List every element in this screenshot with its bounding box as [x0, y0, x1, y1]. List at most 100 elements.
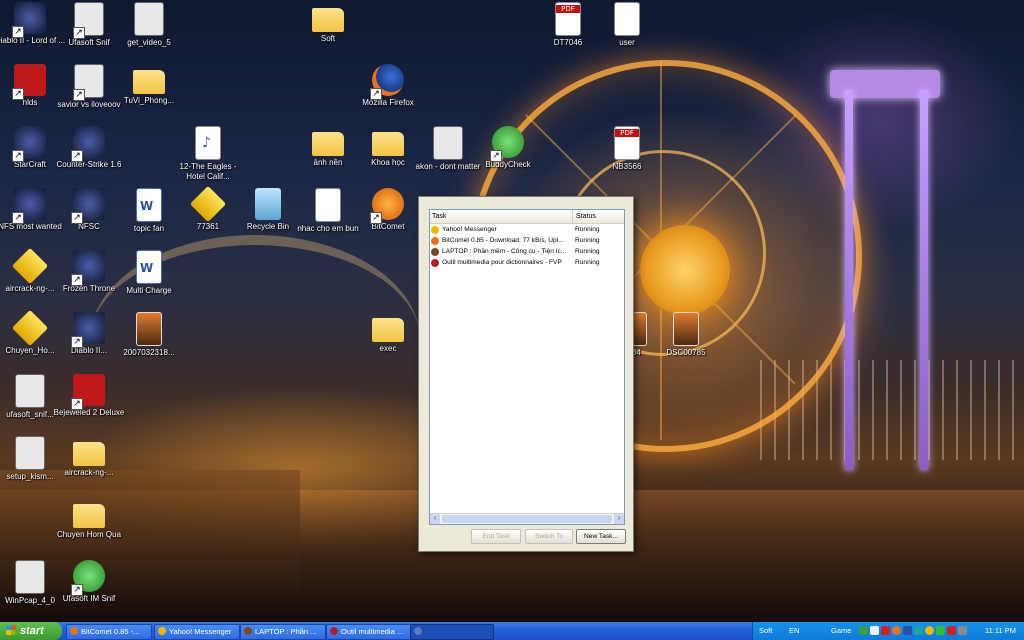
wallpaper-tower	[920, 90, 928, 470]
tray-app-icon[interactable]	[936, 626, 945, 635]
task-status: Running	[575, 237, 600, 244]
archive-icon	[11, 247, 49, 285]
desktop[interactable]: Diablo II - Lord of ...Ufasoft Snifget_v…	[0, 0, 1024, 622]
tray-app-icon[interactable]	[903, 626, 912, 635]
taskbar-button-label: Yahoo! Messenger	[169, 627, 232, 636]
start-button[interactable]: start	[0, 622, 62, 640]
column-header-status[interactable]: Status	[572, 210, 596, 223]
archive-icon	[189, 185, 227, 223]
start-label: start	[20, 625, 44, 637]
desktop-icon-bitcomet[interactable]: BitComet	[350, 188, 426, 232]
desktop-icon-buddycheck[interactable]: BuddyCheck	[470, 126, 546, 170]
desktop-icon-label: get_video_5	[127, 38, 171, 47]
bitcomet-icon	[370, 188, 404, 224]
folder-icon	[312, 132, 344, 156]
folder-icon	[372, 132, 404, 156]
desktop-icon-label: DSC00785	[666, 348, 706, 357]
desktop-icon-dsc00785[interactable]: DSC00785	[648, 312, 724, 358]
folder-icon	[372, 318, 404, 342]
desktop-icon-nb3566[interactable]: NB3566	[589, 126, 665, 172]
end-task-button[interactable]: End Task	[471, 529, 521, 544]
taskbar-button[interactable]: Outil multimedia ...	[326, 624, 412, 640]
tray-app-icon[interactable]	[881, 626, 890, 635]
installer-icon	[15, 436, 45, 470]
word-icon	[136, 250, 162, 284]
task-status: Running	[575, 226, 600, 233]
tray-soft-toolbar[interactable]: Soft	[759, 622, 772, 640]
task-row[interactable]: Outil multimedia pour dictionnaires - FV…	[430, 257, 624, 268]
desktop-icon-multi-charge[interactable]: Multi Charge	[111, 250, 187, 296]
scroll-right-arrow-icon[interactable]: ›	[614, 514, 624, 524]
scroll-left-arrow-icon[interactable]: ‹	[430, 514, 440, 524]
recycle-bin-icon	[255, 188, 281, 220]
desktop-icon-eagles[interactable]: 12-The Eagles - Hotel Calif...	[170, 126, 246, 182]
taskbar-button[interactable]: BitComet 0.85 -...	[66, 624, 152, 640]
installer-icon	[15, 374, 45, 408]
starcraft-icon	[12, 126, 46, 162]
desktop-icon-tuvi[interactable]: TuVi_Phong...	[111, 64, 187, 106]
installer-icon	[15, 560, 45, 594]
desktop-icon-aircrack-2[interactable]: aircrack-ng-...	[51, 436, 127, 478]
buddycheck-icon	[490, 126, 524, 162]
bitcomet-tray-icon[interactable]	[892, 626, 901, 635]
desktop-icon-firefox[interactable]: Mozilla Firefox	[350, 64, 426, 108]
taskbar-button[interactable]: Yahoo! Messenger	[154, 624, 240, 640]
yahoo-messenger-tray-icon[interactable]	[925, 626, 934, 635]
task-list[interactable]: Task Status Yahoo! Messenger Running BitCo…	[429, 209, 625, 525]
system-clock[interactable]: 11:11 PM	[985, 622, 1016, 640]
taskbar-button-label: LAPTOP : Phần ...	[255, 627, 317, 636]
diablo-icon	[71, 312, 105, 348]
new-task-button[interactable]: New Task...	[576, 529, 626, 544]
desktop-icon-soft-folder[interactable]: Soft	[290, 2, 366, 44]
switch-to-button[interactable]: Switch To	[525, 529, 573, 544]
folder-icon	[73, 442, 105, 466]
task-row[interactable]: Yahoo! Messenger Running	[430, 224, 624, 235]
tray-app-icon[interactable]	[914, 626, 923, 635]
task-row[interactable]: BitComet 0.85 - Download: 77 kB/s, Upl..…	[430, 235, 624, 246]
pdf-icon	[555, 2, 581, 36]
desktop-icon-label: Ufasoft IM Snif	[62, 594, 116, 603]
taskbar-button[interactable]	[410, 624, 494, 640]
bejeweled-icon	[71, 374, 105, 410]
task-name: BitComet 0.85 - Download: 77 kB/s, Upl..…	[442, 237, 564, 244]
horizontal-scrollbar[interactable]: ‹ ›	[430, 513, 624, 524]
desktop-icon-counter-strike[interactable]: Counter-Strike 1.6	[51, 126, 127, 170]
scroll-thumb[interactable]	[442, 515, 612, 523]
desktop-icon-label: BuddyCheck	[485, 160, 531, 169]
task-row[interactable]: LAPTOP : Phần mềm - Công cụ - Tiện íc...…	[430, 246, 624, 257]
network-tray-icon[interactable]	[958, 626, 967, 635]
tray-app-icon[interactable]	[859, 626, 868, 635]
desktop-icon-label: Chuyen Hom Qua	[56, 530, 122, 539]
desktop-icon-chuyen-hom-qua[interactable]: Chuyen Hom Qua	[51, 498, 127, 540]
column-header-task[interactable]: Task	[432, 210, 446, 223]
desktop-icon-label: NB3566	[612, 162, 642, 171]
task-app-icon	[431, 259, 439, 267]
document-icon	[315, 188, 341, 222]
mp3-icon	[195, 126, 221, 160]
taskbar-app-icon	[244, 627, 252, 635]
video-icon	[73, 64, 104, 101]
wallpaper-tower	[845, 90, 853, 470]
desktop-icon-user[interactable]: user	[589, 2, 665, 48]
sniffer-icon	[71, 560, 105, 596]
firefox-icon	[370, 64, 404, 100]
task-list-header: Task Status	[430, 210, 624, 224]
desktop-icon-ufasoft-im-snif[interactable]: Ufasoft IM Snif	[51, 560, 127, 604]
desktop-icon-bejeweled[interactable]: Bejeweled 2 Deluxe	[51, 374, 127, 418]
tray-app-icon[interactable]	[870, 626, 879, 635]
task-app-icon	[431, 237, 439, 245]
taskbar-app-icon	[158, 627, 166, 635]
warcraft-icon	[71, 250, 105, 286]
taskbar-button[interactable]: LAPTOP : Phần ...	[240, 624, 326, 640]
diablo-icon	[12, 2, 46, 38]
desktop-icon-2007032318[interactable]: 2007032318...	[111, 312, 187, 358]
antivirus-tray-icon[interactable]	[947, 626, 956, 635]
tray-game-toolbar[interactable]: Game	[831, 622, 851, 640]
taskbar-app-icon	[414, 627, 422, 635]
language-indicator[interactable]: EN	[789, 622, 799, 640]
desktop-icon-get-video-5[interactable]: get_video_5	[111, 2, 187, 48]
desktop-icon-exec[interactable]: exec	[350, 312, 426, 354]
image-file-icon	[673, 312, 699, 346]
desktop-icon-label: aircrack-ng-...	[64, 468, 114, 477]
task-status: Running	[575, 259, 600, 266]
